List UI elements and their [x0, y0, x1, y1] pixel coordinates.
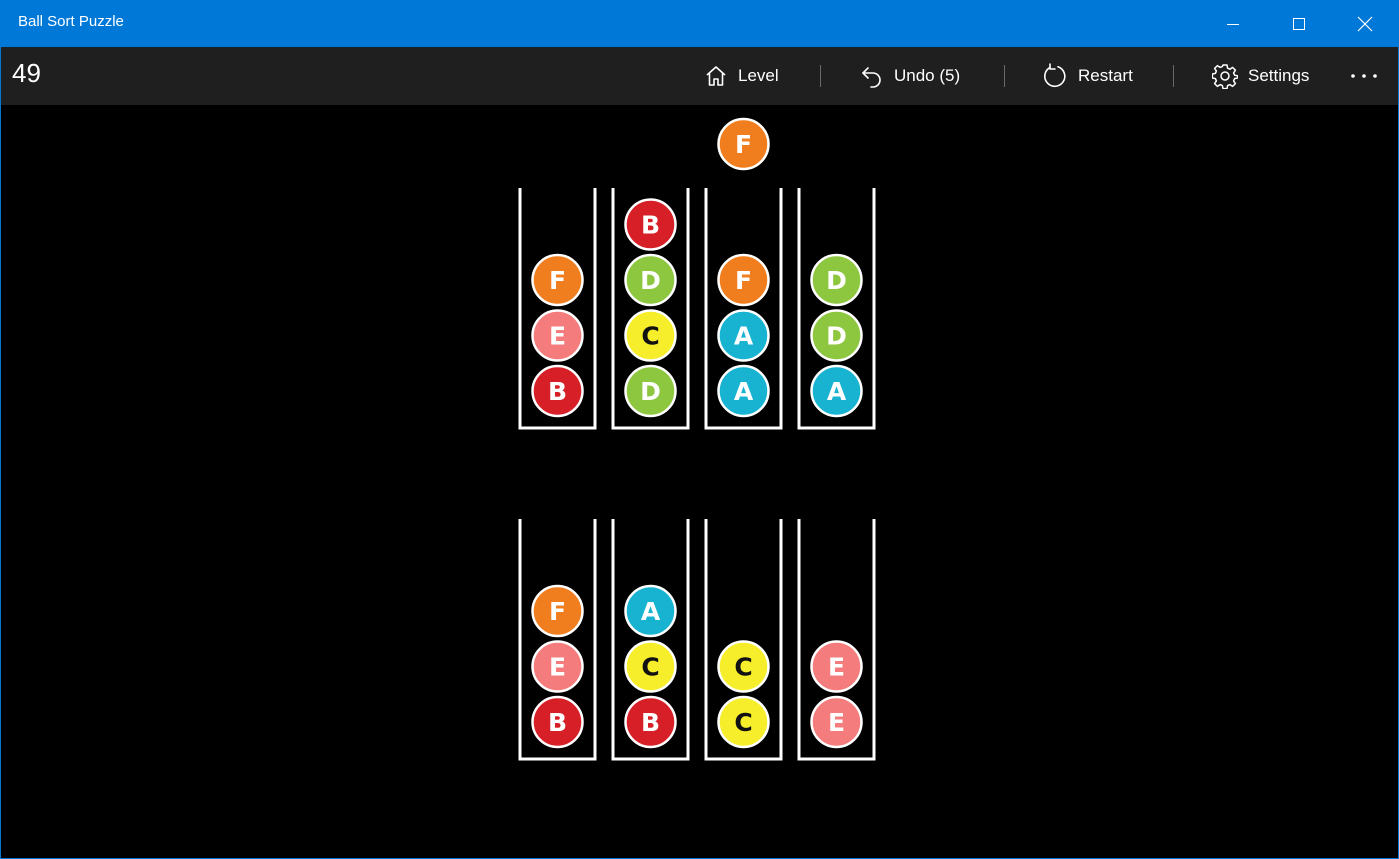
restart-icon [1044, 63, 1066, 88]
ball-label: D [826, 322, 847, 351]
divider [1173, 65, 1174, 87]
restart-button[interactable]: Restart [1042, 47, 1133, 105]
title-bar: Ball Sort Puzzle [0, 0, 1399, 47]
ball-label: D [640, 266, 661, 295]
divider [1004, 65, 1005, 87]
ball-label: A [734, 377, 754, 406]
undo-button[interactable]: Undo (5) [860, 47, 960, 105]
maximize-button[interactable] [1266, 0, 1332, 47]
ball-label: C [641, 653, 659, 682]
ball[interactable]: B [624, 198, 677, 251]
ball-label: A [641, 597, 661, 626]
ball-label: A [734, 322, 754, 351]
settings-button[interactable]: Settings [1212, 47, 1309, 105]
window-title: Ball Sort Puzzle [18, 13, 124, 30]
ball-label: D [640, 377, 661, 406]
window-border [0, 47, 1, 859]
ball-label: F [735, 130, 752, 159]
maximize-icon [1293, 17, 1305, 30]
undo-icon [862, 67, 881, 88]
ball-label: B [641, 211, 660, 240]
ball-label: A [827, 377, 847, 406]
minimize-button[interactable] [1200, 0, 1266, 47]
more-icon [1351, 74, 1377, 78]
more-button[interactable] [1344, 47, 1384, 105]
undo-label: Undo (5) [894, 66, 961, 85]
ball-label: E [828, 653, 845, 682]
ball[interactable]: F [717, 253, 770, 307]
level-button[interactable]: Level [704, 47, 779, 105]
ball[interactable]: D [810, 253, 863, 307]
ball[interactable]: E [531, 640, 584, 693]
ball-label: E [549, 322, 566, 351]
close-icon [1357, 16, 1373, 31]
ball[interactable]: C [624, 309, 677, 362]
close-button[interactable] [1332, 0, 1398, 47]
divider [820, 65, 821, 87]
ball-label: B [641, 708, 660, 737]
home-icon [706, 66, 726, 86]
gear-icon [1212, 64, 1238, 89]
ball-label: F [549, 266, 566, 295]
held-ball[interactable]: F [717, 117, 770, 171]
ball[interactable]: A [810, 364, 863, 418]
ball[interactable]: D [810, 309, 863, 362]
ball[interactable]: B [531, 695, 584, 749]
level-label: Level [738, 66, 779, 85]
ball[interactable]: E [531, 309, 584, 362]
ball-label: B [548, 377, 567, 406]
ball[interactable]: D [624, 253, 677, 307]
ball-label: C [734, 708, 752, 737]
score-counter: 49 [12, 58, 41, 88]
ball-label: F [549, 597, 566, 626]
game-board[interactable]: BEFDCDBAAFADDBEFBCACCEEF [0, 105, 1399, 859]
ball[interactable]: E [810, 695, 863, 749]
ball[interactable]: D [624, 364, 677, 418]
ball-label: B [548, 708, 567, 737]
ball[interactable]: C [624, 640, 677, 693]
ball[interactable]: C [717, 640, 770, 693]
ball[interactable]: B [531, 364, 584, 418]
ball-label: E [549, 653, 566, 682]
restart-label: Restart [1078, 66, 1133, 85]
ball[interactable]: B [624, 695, 677, 749]
ball[interactable]: E [810, 640, 863, 693]
ball[interactable]: A [717, 364, 770, 418]
ball[interactable]: F [531, 584, 584, 638]
ball-label: C [641, 322, 659, 351]
command-bar: 49 Level Undo (5) Restart Settings [0, 47, 1399, 105]
ball-label: E [828, 708, 845, 737]
ball-label: F [735, 266, 752, 295]
ball[interactable]: C [717, 695, 770, 749]
ball[interactable]: A [624, 584, 677, 638]
minimize-icon [1227, 23, 1239, 25]
ball-label: C [734, 653, 752, 682]
board-canvas[interactable]: BEFDCDBAAFADDBEFBCACCEEF [0, 105, 1399, 859]
ball-label: D [826, 266, 847, 295]
settings-label: Settings [1248, 66, 1310, 85]
ball[interactable]: A [717, 309, 770, 362]
ball[interactable]: F [531, 253, 584, 307]
